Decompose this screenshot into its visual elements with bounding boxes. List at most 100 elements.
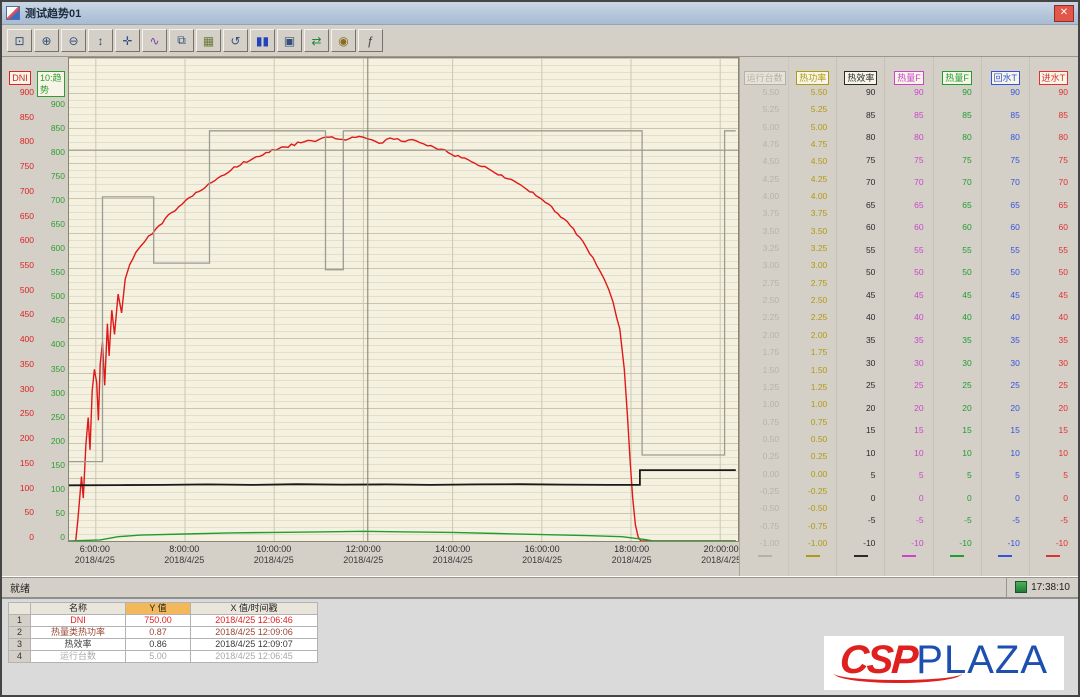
right-axis-0: 运行台数5.505.255.004.754.504.254.003.753.50… bbox=[741, 57, 789, 576]
right-axis-4: 热量F 908580757065605550454035302520151050-… bbox=[934, 57, 982, 576]
export-icon: ⇄ bbox=[311, 34, 321, 48]
x-tick-6: 18:00:002018/4/25 bbox=[612, 544, 652, 565]
right-axis-2-series-marker bbox=[854, 555, 868, 557]
right-axis-1-ticks: 5.505.255.004.754.504.254.003.753.503.25… bbox=[789, 87, 836, 548]
cell-num: 2 bbox=[9, 627, 31, 639]
table-row[interactable]: 1DNI750.002018/4/25 12:06:46 bbox=[9, 615, 318, 627]
left-axes: DNI 9008508007507006506005505004504003503… bbox=[6, 57, 68, 576]
right-axis-5: 回水T 908580757065605550454035302520151050-… bbox=[982, 57, 1030, 576]
right-axis-3-ticks: 908580757065605550454035302520151050-5-1… bbox=[885, 87, 932, 548]
table-row[interactable]: 4运行台数5.002018/4/25 12:06:45 bbox=[9, 651, 318, 663]
right-axis-5-ticks: 908580757065605550454035302520151050-5-1… bbox=[982, 87, 1029, 548]
snapshot-button[interactable]: ▣ bbox=[277, 29, 302, 52]
x-axis: 6:00:002018/4/258:00:002018/4/2510:00:00… bbox=[68, 542, 739, 576]
left-axis-0-label[interactable]: DNI bbox=[9, 71, 31, 85]
x-tick-5: 16:00:002018/4/25 bbox=[522, 544, 562, 565]
right-axis-4-label[interactable]: 热量F bbox=[942, 71, 972, 85]
left-axis-0-ticks: 9008508007507006506005505004504003503002… bbox=[20, 87, 34, 542]
trend-chart bbox=[69, 58, 738, 541]
zoom-box-button[interactable]: ⊡ bbox=[7, 29, 32, 52]
zoom-out-button[interactable]: ⊖ bbox=[61, 29, 86, 52]
cell-num: 4 bbox=[9, 651, 31, 663]
cell-yv: 0.86 bbox=[126, 639, 191, 651]
left-axis-1: 10:趋势90085080075070065060055050045040035… bbox=[37, 57, 68, 576]
app-window: 测试趋势01 ✕ ⊡ ⊕⊖ ↕ ✛ ∿ ⧉ ▦ ↺ ▮▮ ▣ ⇄ ◉ ƒ DNI 900850800750… bbox=[0, 0, 1080, 697]
table-row[interactable]: 3热效率0.862018/4/25 12:09:07 bbox=[9, 639, 318, 651]
find-icon: ◉ bbox=[338, 34, 348, 48]
right-axis-5-series-marker bbox=[998, 555, 1012, 557]
connection-icon bbox=[1015, 581, 1027, 593]
window-title: 测试趋势01 bbox=[25, 5, 81, 21]
zoom-box-icon: ⊡ bbox=[14, 34, 24, 48]
cell-xv: 2018/4/25 12:06:45 bbox=[191, 651, 318, 663]
find-button[interactable]: ◉ bbox=[331, 29, 356, 52]
bottom-panel: 名称 Y 值 X 值/时间戳 1DNI750.002018/4/25 12:06… bbox=[2, 597, 1078, 695]
zoom-y-button[interactable]: ↕ bbox=[88, 29, 113, 52]
copy-button[interactable]: ⧉ bbox=[169, 29, 194, 52]
zoom-in-button[interactable]: ⊕ bbox=[34, 29, 59, 52]
cell-name: 热效率 bbox=[31, 639, 126, 651]
copy-icon: ⧉ bbox=[177, 33, 186, 48]
right-axis-4-ticks: 908580757065605550454035302520151050-5-1… bbox=[934, 87, 981, 548]
formula-button[interactable]: ƒ bbox=[358, 29, 383, 52]
cell-num: 1 bbox=[9, 615, 31, 627]
right-axis-6: 进水T 908580757065605550454035302520151050-… bbox=[1030, 57, 1077, 576]
right-axis-6-ticks: 908580757065605550454035302520151050-5-1… bbox=[1030, 87, 1077, 548]
x-tick-3: 12:00:002018/4/25 bbox=[343, 544, 383, 565]
cell-name: 运行台数 bbox=[31, 651, 126, 663]
cell-xv: 2018/4/25 12:09:06 bbox=[191, 627, 318, 639]
toolbar: ⊡ ⊕⊖ ↕ ✛ ∿ ⧉ ▦ ↺ ▮▮ ▣ ⇄ ◉ ƒ bbox=[2, 25, 1078, 57]
grid-icon: ▦ bbox=[203, 34, 214, 48]
title-bar: 测试趋势01 ✕ bbox=[2, 2, 1078, 25]
plot-wrap: 6:00:002018/4/258:00:002018/4/2510:00:00… bbox=[68, 57, 739, 576]
cell-yv: 5.00 bbox=[126, 651, 191, 663]
right-axis-1-label[interactable]: 热功率 bbox=[796, 71, 829, 85]
pan-button[interactable]: ✛ bbox=[115, 29, 140, 52]
undo-button[interactable]: ↺ bbox=[223, 29, 248, 52]
right-axis-5-label[interactable]: 回水T bbox=[991, 71, 1021, 85]
status-right: 17:38:10 bbox=[1006, 577, 1070, 597]
x-tick-2: 10:00:002018/4/25 bbox=[254, 544, 294, 565]
name-header[interactable]: 名称 bbox=[31, 603, 126, 615]
right-axis-2: 热效率908580757065605550454035302520151050-… bbox=[837, 57, 885, 576]
x-tick-1: 8:00:002018/4/25 bbox=[164, 544, 204, 565]
left-axis-1-label[interactable]: 10:趋势 bbox=[37, 71, 65, 97]
pause-button[interactable]: ▮▮ bbox=[250, 29, 275, 52]
snapshot-icon: ▣ bbox=[284, 34, 295, 48]
right-axis-0-series-marker bbox=[758, 555, 772, 557]
close-icon[interactable]: ✕ bbox=[1054, 5, 1074, 22]
cell-num: 3 bbox=[9, 639, 31, 651]
right-axis-4-series-marker bbox=[950, 555, 964, 557]
cell-xv: 2018/4/25 12:06:46 bbox=[191, 615, 318, 627]
right-axis-2-label[interactable]: 热效率 bbox=[844, 71, 877, 85]
x-value-header[interactable]: X 值/时间戳 bbox=[191, 603, 318, 615]
right-axis-1-series-marker bbox=[806, 555, 820, 557]
zoom-y-icon: ↕ bbox=[98, 34, 104, 48]
grid-button[interactable]: ▦ bbox=[196, 29, 221, 52]
right-axis-3-label[interactable]: 热量F bbox=[894, 71, 924, 85]
export-button[interactable]: ⇄ bbox=[304, 29, 329, 52]
curve-select-button[interactable]: ∿ bbox=[142, 29, 167, 52]
cell-name: DNI bbox=[31, 615, 126, 627]
curve-select-icon: ∿ bbox=[149, 34, 159, 48]
right-axis-6-series-marker bbox=[1046, 555, 1060, 557]
cursor-values-table: 名称 Y 值 X 值/时间戳 1DNI750.002018/4/25 12:06… bbox=[8, 602, 318, 663]
plot-area[interactable] bbox=[68, 57, 739, 542]
formula-icon: ƒ bbox=[367, 34, 374, 48]
table-header-row: 名称 Y 值 X 值/时间戳 bbox=[9, 603, 318, 615]
undo-icon: ↺ bbox=[230, 34, 240, 48]
cell-name: 热量类热功率 bbox=[31, 627, 126, 639]
status-bar: 就绪 17:38:10 bbox=[2, 576, 1078, 597]
left-axis-0: DNI 9008508007507006506005505004504003503… bbox=[6, 57, 37, 576]
x-tick-4: 14:00:002018/4/25 bbox=[433, 544, 473, 565]
table-row[interactable]: 2热量类热功率0.872018/4/25 12:09:06 bbox=[9, 627, 318, 639]
csp-plaza-logo: CSPPLAZA bbox=[824, 636, 1064, 690]
chart-region: DNI 9008508007507006506005505004504003503… bbox=[2, 57, 1078, 576]
right-axis-6-label[interactable]: 进水T bbox=[1039, 71, 1069, 85]
y-value-header[interactable]: Y 值 bbox=[126, 603, 191, 615]
status-time: 17:38:10 bbox=[1031, 582, 1070, 593]
right-axis-1: 热功率 5.505.255.004.754.504.254.003.753.503… bbox=[789, 57, 837, 576]
right-axis-0-label[interactable]: 运行台数 bbox=[744, 71, 786, 85]
pan-icon: ✛ bbox=[122, 34, 132, 48]
right-axis-3: 热量F 908580757065605550454035302520151050-… bbox=[885, 57, 933, 576]
